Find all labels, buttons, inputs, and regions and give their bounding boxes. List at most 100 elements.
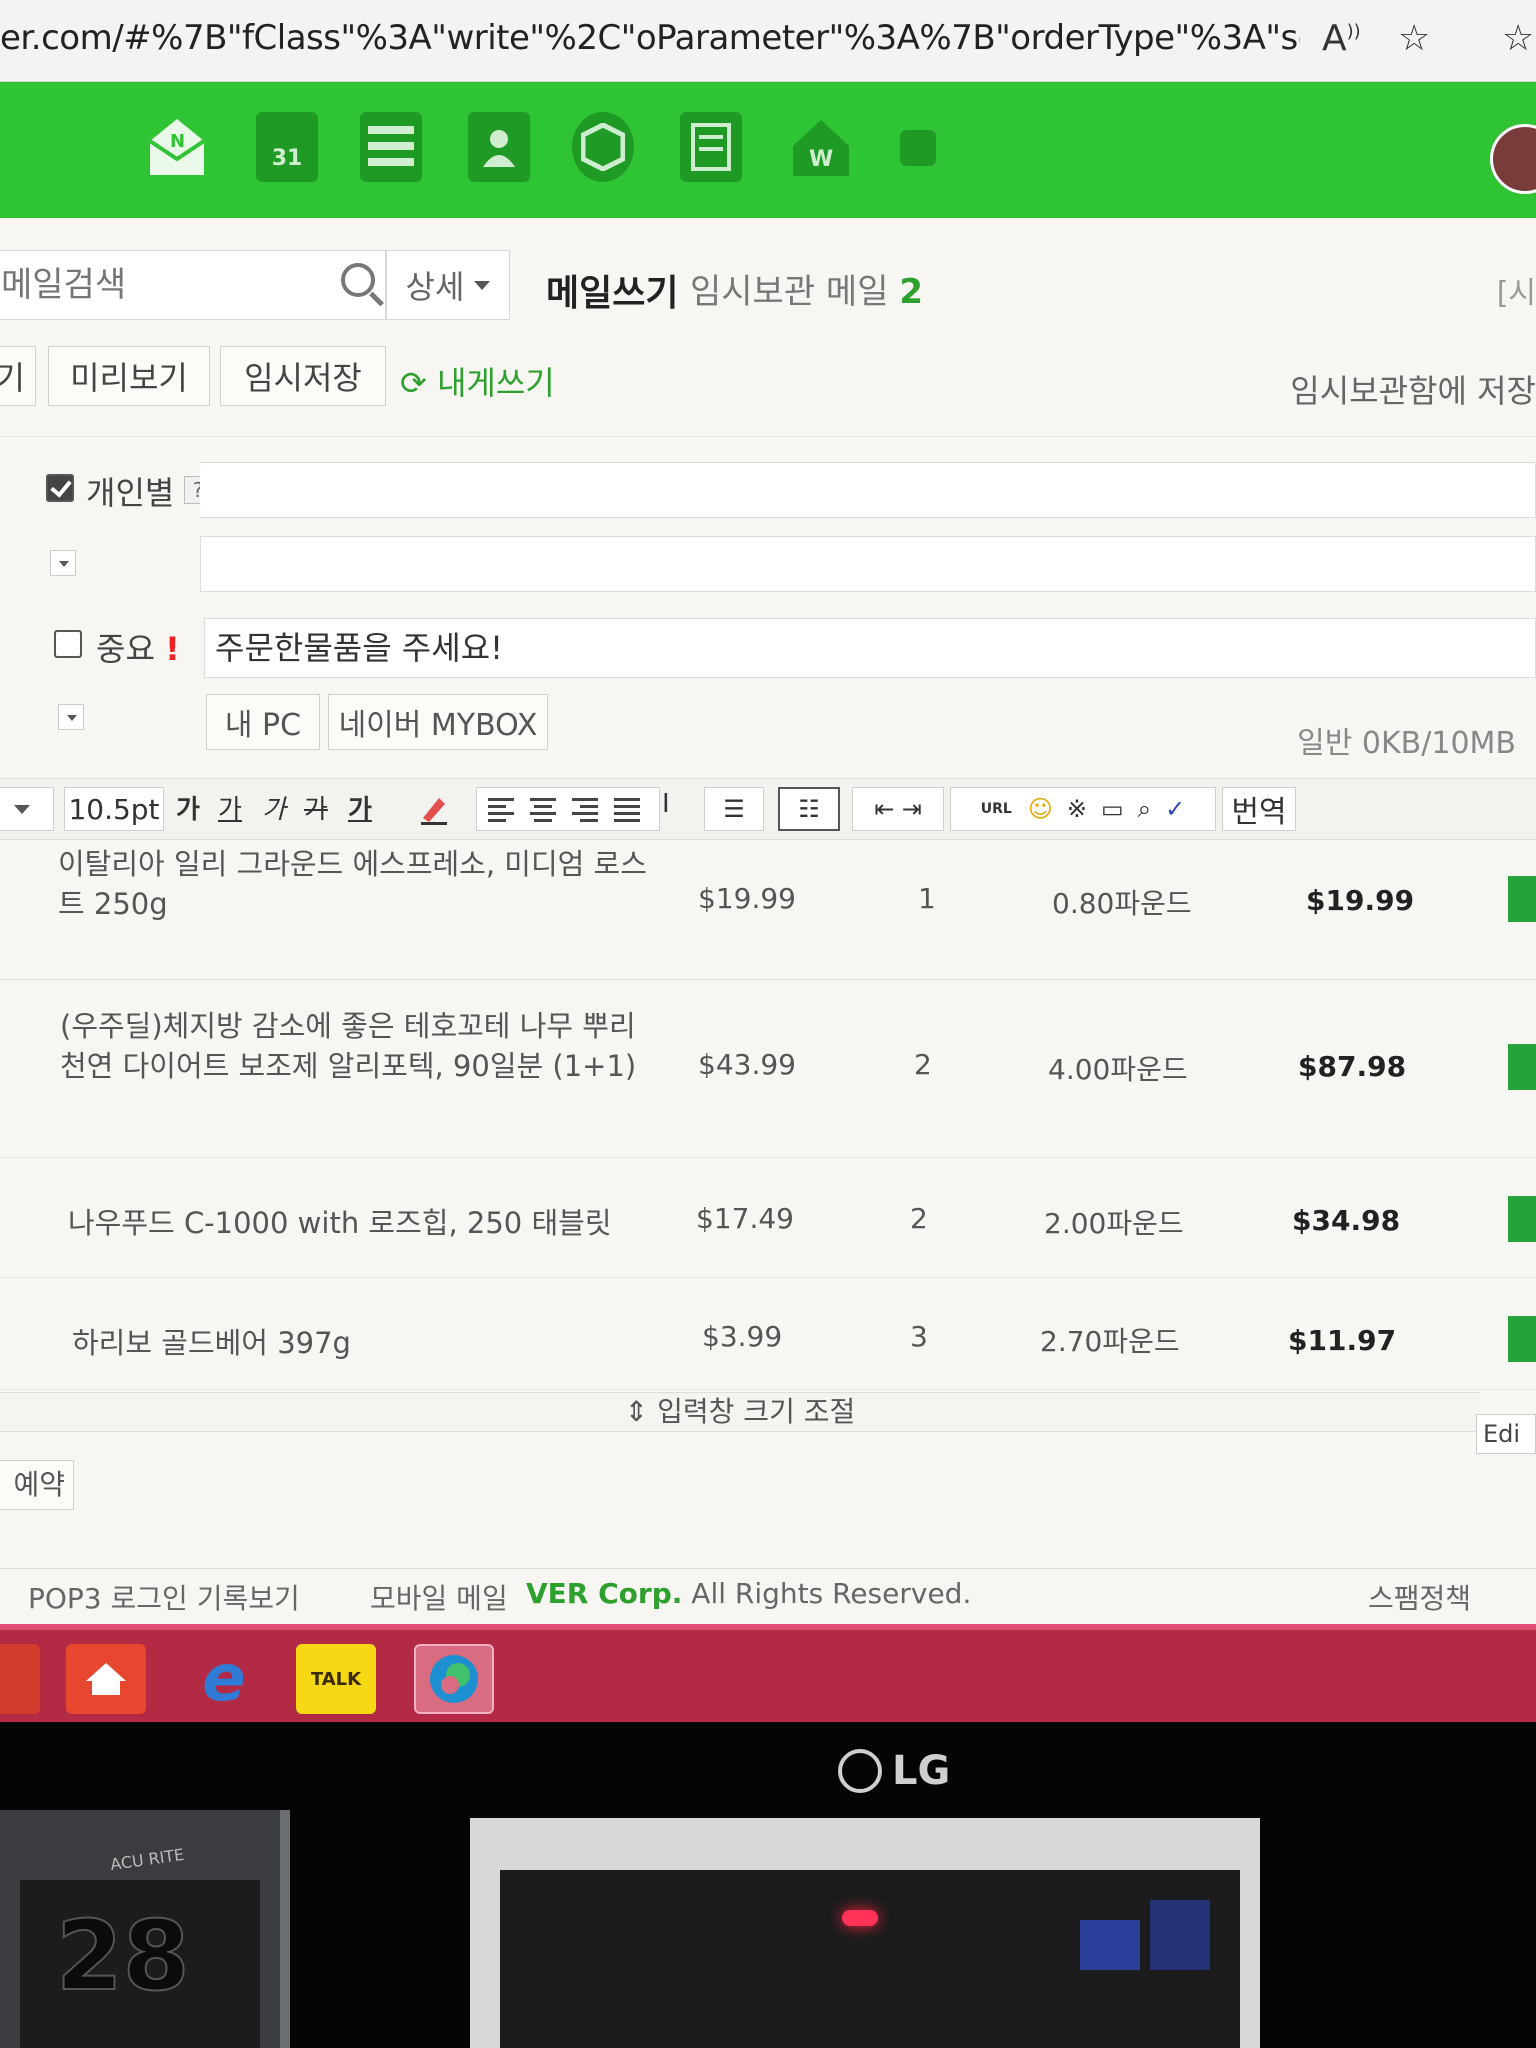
address-url[interactable]: er.com/#%7B"fClass"%3A"write"%2C"oParame… — [0, 18, 1300, 58]
green-tag[interactable] — [1508, 876, 1536, 922]
avatar[interactable] — [1490, 124, 1536, 194]
translate-button[interactable]: 번역 — [1222, 787, 1296, 831]
text-color-button[interactable]: 가 — [348, 789, 372, 826]
bold-button[interactable]: 가 — [176, 789, 200, 826]
product-price: $43.99 — [698, 1048, 796, 1081]
find-icon[interactable]: ⌕ — [1138, 795, 1151, 823]
detail-search-button[interactable]: 상세 — [386, 250, 510, 320]
product-qty: 1 — [918, 882, 936, 915]
individual-checkbox[interactable] — [46, 474, 74, 502]
mobile-link[interactable]: 모바일 메일 — [370, 1577, 508, 1617]
copyright: VER Corp. All Rights Reserved. — [526, 1577, 972, 1610]
strike-button[interactable]: 가 — [304, 789, 328, 826]
url-button[interactable]: URL — [981, 801, 1012, 817]
contacts-icon[interactable] — [468, 112, 530, 182]
table-row: 이탈리아 일리 그라운드 에스프레소, 미디엄 로스트 250g $19.99 … — [0, 842, 1536, 980]
reserve-button[interactable]: 예약 — [0, 1460, 74, 1510]
blue-card — [1080, 1920, 1140, 1970]
refresh-icon: ⟳ — [400, 364, 427, 402]
spellcheck-icon[interactable]: ✓ — [1165, 795, 1185, 823]
subject-input[interactable]: 주문한물품을 주세요! — [204, 618, 1536, 678]
self-write-button[interactable]: ⟳ 내게쓰기 — [400, 358, 555, 404]
attach-mybox-button[interactable]: 네이버 MYBOX — [328, 694, 548, 750]
product-name: 이탈리아 일리 그라운드 에스프레소, 미디엄 로스트 250g — [58, 847, 647, 921]
resize-handle[interactable]: ⇕ 입력창 크기 조절 — [0, 1392, 1480, 1432]
cc-field[interactable] — [200, 536, 1536, 592]
temp-save-button[interactable]: 임시저장 — [220, 346, 386, 406]
pop3-link[interactable]: POP3 로그인 기록보기 — [28, 1577, 300, 1617]
highlight-icon[interactable] — [404, 787, 464, 831]
app-bar: N 31 W — [0, 82, 1536, 218]
list-icon[interactable] — [360, 112, 422, 182]
send-button[interactable]: 기 — [0, 346, 36, 406]
emoticon-icon[interactable]: ☺ — [1028, 795, 1053, 823]
editor-mode-tab[interactable]: Edi — [1476, 1414, 1536, 1454]
important-checkbox[interactable] — [54, 630, 82, 658]
special-char-icon[interactable]: ※ — [1067, 795, 1087, 823]
lg-logo-icon — [838, 1749, 882, 1793]
font-size-select[interactable]: 10.5pt — [64, 787, 164, 831]
attach-dropdown[interactable] — [58, 704, 84, 730]
product-qty: 2 — [910, 1202, 928, 1235]
table-icon[interactable]: ▭ — [1101, 795, 1124, 823]
editor-toolbar: 10.5pt 가 가 가 가 가 I ☰ ☷ ⇤ ⇥ URL ☺ ※ ▭ ⌕ ✓ — [0, 778, 1536, 840]
footer: POP3 로그인 기록보기 모바일 메일 VER Corp. All Right… — [0, 1568, 1536, 1624]
green-tag[interactable] — [1508, 1196, 1536, 1242]
recipient-field[interactable] — [200, 462, 1536, 518]
underline-button[interactable]: 가 — [218, 789, 242, 826]
product-total: $87.98 — [1298, 1050, 1407, 1083]
ordered-list-icon[interactable]: ☰ — [704, 787, 764, 831]
font-family-select[interactable] — [0, 787, 54, 831]
corner-link[interactable]: [시 — [1497, 268, 1536, 312]
blue-card — [1150, 1900, 1210, 1970]
edge-icon[interactable] — [414, 1644, 494, 1714]
spam-policy-link[interactable]: 스팸정책 — [1368, 1577, 1471, 1617]
mail-letter: N — [170, 131, 185, 152]
align-group — [476, 787, 660, 831]
resize-label: 입력창 크기 조절 — [657, 1395, 856, 1428]
search-icon[interactable] — [341, 263, 375, 297]
box-icon[interactable] — [572, 112, 634, 182]
green-tag[interactable] — [1508, 1044, 1536, 1090]
search-input[interactable] — [0, 251, 361, 319]
product-price: $17.49 — [696, 1202, 794, 1235]
weather-device: ACU RITE 28 — [0, 1810, 290, 2048]
product-weight: 2.70파운드 — [1040, 1325, 1180, 1358]
table-row: (우주딜)체지방 감소에 좋은 테호꼬테 나무 뿌리 천연 다이어트 보조제 알… — [0, 980, 1536, 1158]
calendar-icon[interactable]: 31 — [256, 112, 318, 182]
italic-button[interactable]: 가 — [262, 789, 286, 826]
home-app-icon[interactable] — [66, 1644, 146, 1714]
memo-icon[interactable] — [680, 112, 742, 182]
product-name: (우주딜)체지방 감소에 좋은 테호꼬테 나무 뿌리 천연 다이어트 보조제 알… — [60, 1009, 637, 1083]
mail-compose-page: 상세 메일쓰기 임시보관 메일 2 [시 기 미리보기 임시저장 ⟳ 내게쓰기 … — [0, 218, 1536, 1624]
cc-dropdown[interactable] — [50, 550, 76, 576]
calendar-day: 31 — [271, 145, 303, 171]
attach-pc-button[interactable]: 내 PC — [206, 694, 320, 750]
indent-icon[interactable]: ⇤ ⇥ — [852, 787, 944, 831]
product-qty: 2 — [914, 1048, 932, 1081]
taskbar: e TALK — [0, 1624, 1536, 1722]
product-qty: 3 — [910, 1320, 928, 1353]
mail-icon[interactable]: N — [146, 112, 208, 182]
line-height-icon[interactable]: I — [662, 789, 670, 819]
green-tag[interactable] — [1508, 1316, 1536, 1362]
detail-label: 상세 — [405, 268, 465, 306]
app-icon[interactable] — [0, 1644, 40, 1714]
browser-address-bar: er.com/#%7B"fClass"%3A"write"%2C"oParame… — [0, 0, 1536, 82]
product-weight: 2.00파운드 — [1044, 1207, 1184, 1240]
favorite-add-icon[interactable]: ☆ — [1398, 18, 1430, 59]
temp-mail-link[interactable]: 임시보관 메일 2 — [690, 264, 923, 313]
favorites-icon[interactable]: ☆ — [1502, 18, 1534, 59]
device-reading: 28 — [55, 1899, 191, 2013]
bullet-list-icon[interactable]: ☷ — [778, 787, 840, 831]
device-brand: ACU RITE — [109, 1844, 186, 1875]
office-icon[interactable]: W — [790, 112, 852, 182]
more-icon[interactable] — [900, 130, 936, 166]
product-name: 나우푸드 C-1000 with 로즈힙, 250 태블릿 — [68, 1206, 612, 1240]
preview-button[interactable]: 미리보기 — [48, 346, 210, 406]
read-aloud-icon[interactable]: A)) — [1322, 18, 1361, 59]
kakaotalk-icon[interactable]: TALK — [296, 1644, 376, 1714]
monitor-logo: LG — [838, 1748, 950, 1794]
internet-explorer-icon[interactable]: e — [184, 1642, 264, 1716]
product-total: $19.99 — [1306, 884, 1415, 917]
